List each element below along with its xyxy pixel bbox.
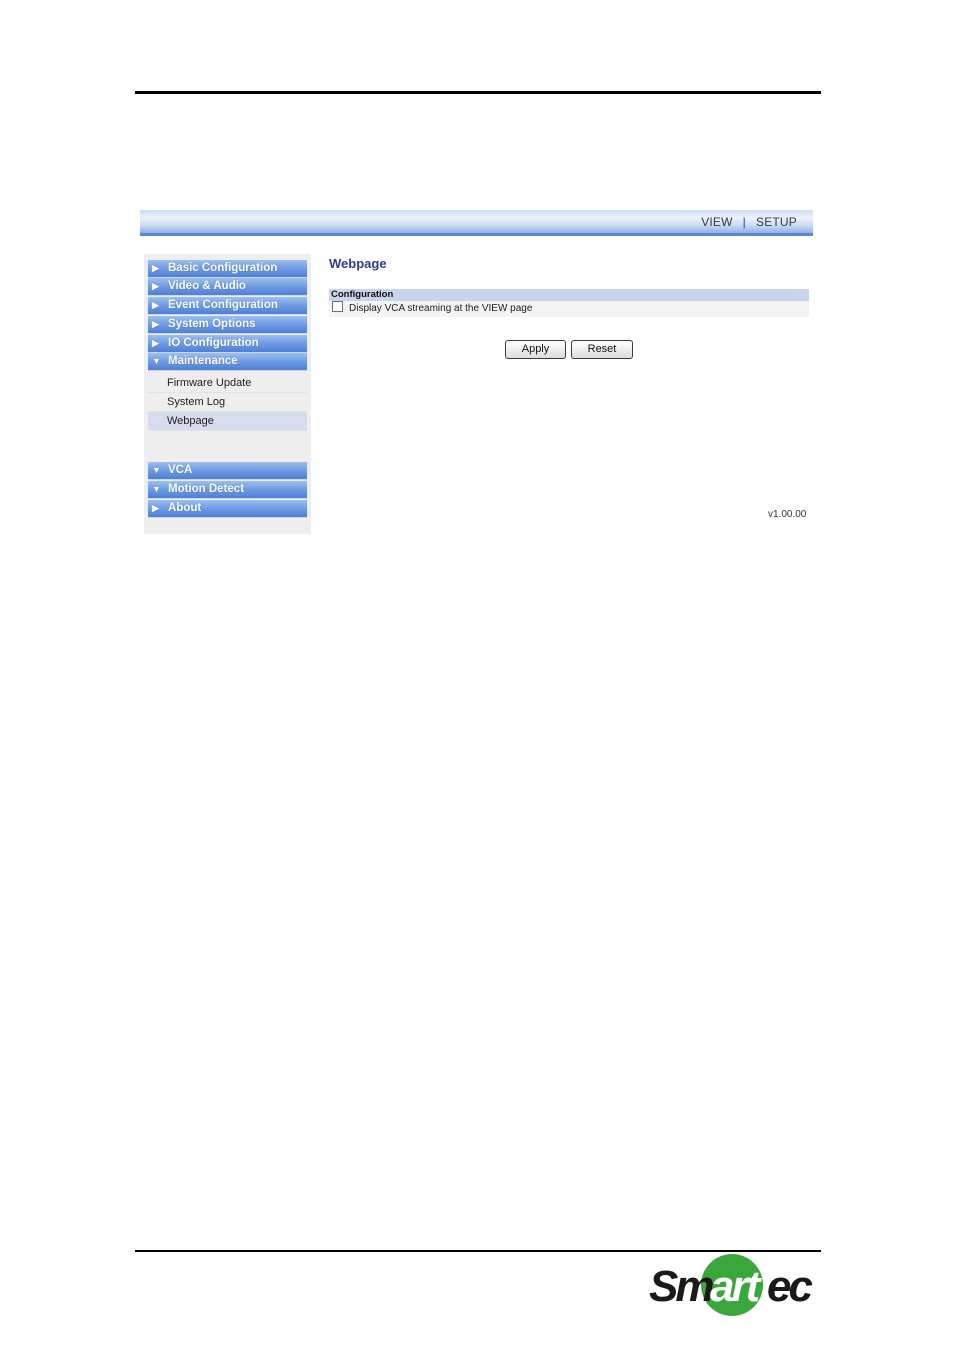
vca-streaming-option-row: Display VCA streaming at the VIEW page [329, 301, 809, 317]
collapse-arrow-icon: ▼ [152, 484, 161, 494]
collapse-arrow-icon: ▼ [152, 465, 161, 475]
version-label: v1.00.00 [768, 509, 807, 520]
sidebar-item-system-options[interactable]: ▶ System Options [148, 316, 307, 334]
apply-button[interactable]: Apply [505, 340, 566, 359]
top-nav: VIEW | SETUP [701, 215, 797, 229]
logo-text-art: art [710, 1262, 763, 1311]
expand-arrow-icon: ▶ [152, 300, 159, 310]
sidebar-item-motion-detect[interactable]: ▼ Motion Detect [148, 481, 307, 499]
vca-streaming-label: Display VCA streaming at the VIEW page [349, 303, 533, 314]
top-rule [135, 91, 821, 94]
sidebar-subitem-system-log[interactable]: System Log [148, 393, 307, 412]
sidebar-item-about[interactable]: ▶ About [148, 500, 307, 518]
sidebar-item-label: Event Configuration [168, 299, 278, 311]
expand-arrow-icon: ▶ [152, 503, 159, 513]
expand-arrow-icon: ▶ [152, 263, 159, 273]
top-nav-bar: VIEW | SETUP [140, 210, 813, 236]
sidebar-item-label: Basic Configuration [168, 262, 278, 274]
sidebar-item-basic-configuration[interactable]: ▶ Basic Configuration [148, 260, 307, 278]
sidebar-subitem-firmware-update[interactable]: Firmware Update [148, 374, 307, 393]
setup-link[interactable]: SETUP [756, 215, 797, 229]
expand-arrow-icon: ▶ [152, 319, 159, 329]
reset-button[interactable]: Reset [571, 340, 633, 359]
sidebar-item-label: Video & Audio [168, 280, 246, 292]
sidebar-item-maintenance[interactable]: ▼ Maintenance [148, 353, 307, 371]
sidebar-item-vca[interactable]: ▼ VCA [148, 462, 307, 480]
sidebar-item-label: IO Configuration [168, 337, 259, 349]
sidebar-item-video-audio[interactable]: ▶ Video & Audio [148, 278, 307, 296]
configuration-section-header: Configuration [329, 289, 809, 301]
page-title: Webpage [329, 256, 387, 271]
sidebar-item-label: VCA [168, 464, 193, 476]
nav-separator: | [742, 215, 746, 229]
sidebar-item-label: Motion Detect [168, 483, 245, 495]
smartec-logo: Sm art ec [649, 1254, 815, 1316]
expand-arrow-icon: ▶ [152, 281, 159, 291]
sidebar-item-label: Maintenance [168, 355, 238, 367]
sidebar-subitem-webpage[interactable]: Webpage [148, 412, 307, 431]
vca-streaming-checkbox[interactable] [332, 301, 343, 312]
sidebar-item-event-configuration[interactable]: ▶ Event Configuration [148, 297, 307, 315]
logo-text-ec: ec [767, 1262, 812, 1311]
view-link[interactable]: VIEW [701, 215, 732, 229]
collapse-arrow-icon: ▼ [152, 356, 161, 366]
sidebar: ▶ Basic Configuration ▶ Video & Audio ▶ Eve… [144, 254, 311, 534]
expand-arrow-icon: ▶ [152, 338, 159, 348]
sidebar-item-io-configuration[interactable]: ▶ IO Configuration [148, 335, 307, 353]
logo-text-sm: Sm [649, 1262, 713, 1311]
sidebar-item-label: About [168, 502, 202, 514]
sidebar-item-label: System Options [168, 318, 256, 330]
